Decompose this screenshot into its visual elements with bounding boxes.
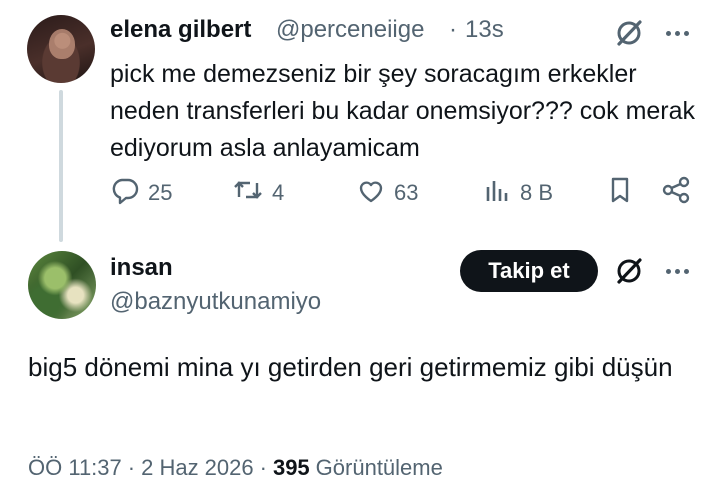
tweet1-author-name[interactable]: elena gilbert	[110, 16, 251, 44]
follow-button[interactable]: Takip et	[460, 250, 598, 292]
avatar-insan[interactable]	[28, 251, 96, 319]
reply-count: 25	[148, 180, 173, 205]
tweet2-views-label: Görüntüleme	[315, 455, 443, 480]
thread-line	[59, 90, 63, 242]
tweet2-date[interactable]: 2 Haz 2026	[141, 455, 254, 481]
tweet2-author-name[interactable]: insan	[110, 254, 173, 282]
share-icon	[660, 175, 692, 211]
tweet1-author-handle[interactable]: @perceneiige	[276, 16, 424, 44]
bookmark-icon	[606, 175, 634, 211]
tweet1-text: pick me demezseniz bir şey soracagım erk…	[110, 60, 696, 162]
bookmark-button[interactable]	[606, 176, 634, 210]
like-count: 63	[394, 180, 419, 205]
share-button[interactable]	[660, 176, 692, 210]
views-icon	[484, 175, 512, 211]
like-icon	[356, 175, 386, 211]
reply-icon	[110, 175, 140, 211]
more-icon[interactable]	[660, 254, 694, 288]
views-count: 8 B	[520, 180, 554, 205]
grok-icon[interactable]	[612, 254, 646, 288]
more-icon[interactable]	[660, 16, 694, 50]
tweet2-author-handle[interactable]: @baznyutkunamiyo	[110, 288, 321, 316]
grok-icon[interactable]	[612, 16, 646, 50]
retweet-button[interactable]: 4	[232, 176, 284, 210]
reply-button[interactable]: 25	[110, 176, 172, 210]
separator-dot: ·	[127, 455, 136, 480]
tweet2-views-count: 395	[272, 455, 310, 480]
separator-dot: ·	[259, 455, 267, 480]
retweet-count: 4	[272, 180, 285, 205]
like-button[interactable]: 63	[356, 176, 418, 210]
tweet2-meta: ÖÖ 11:37 · 2 Haz 2026 · 395 Görüntüleme	[28, 455, 443, 481]
tweet2-time[interactable]: ÖÖ 11:37	[28, 455, 122, 481]
avatar-elena[interactable]	[27, 15, 95, 83]
separator-dot: ·	[449, 16, 457, 43]
tweet1-timestamp[interactable]: 13s	[465, 16, 504, 44]
tweet2-text: big5 dönemi mina yı getirden geri getirm…	[28, 352, 673, 382]
retweet-icon	[232, 175, 264, 211]
views-button[interactable]: 8 B	[484, 176, 553, 210]
